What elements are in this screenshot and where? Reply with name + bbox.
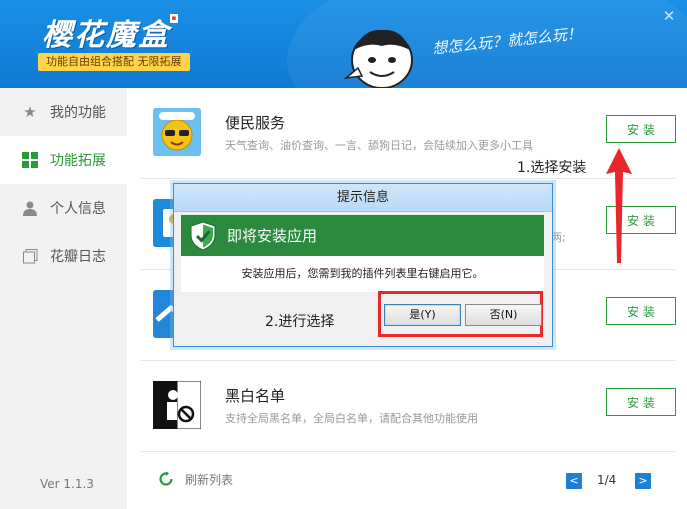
item-description: 支持全局黑名单，全局白名单，请配合其他功能使用 [225, 412, 478, 425]
sidebar-item-label: 功能拓展 [50, 153, 106, 169]
grid-icon [22, 152, 38, 168]
dialog-banner: 即将安装应用 [181, 215, 544, 256]
star-icon: ★ [23, 103, 37, 121]
sidebar-item-my-features[interactable]: ★ 我的功能 [0, 88, 127, 136]
red-arrow-icon [606, 148, 632, 263]
annotation-step-1: 1.选择安装 [517, 160, 587, 176]
log-icon [22, 248, 38, 264]
pager-next-button[interactable]: > [635, 473, 651, 489]
sidebar-item-personal-info[interactable]: 个人信息 [0, 184, 127, 232]
dialog-title: 提示信息 [174, 184, 552, 212]
install-button[interactable]: 安装 [606, 115, 676, 143]
sidebar-item-feature-extension[interactable]: 功能拓展 [0, 136, 127, 184]
no-button[interactable]: 否(N) [465, 304, 542, 326]
item-description: 天气查询、油价查询、一言、舔狗日记，会陆续加入更多小工具 [225, 139, 533, 152]
annotation-step-2: 2.进行选择 [265, 314, 335, 330]
mascot-icon [344, 29, 413, 88]
pager-indicator: 1/4 [597, 473, 617, 487]
user-icon [22, 200, 38, 216]
sidebar: ★ 我的功能 功能拓展 个人信息 花瓣日志 Ver 1.1.3 [0, 88, 127, 509]
sidebar-item-label: 花瓣日志 [50, 249, 106, 265]
install-button[interactable]: 安装 [606, 388, 676, 416]
item-title: 便民服务 [225, 114, 286, 132]
shield-check-icon [190, 220, 216, 251]
item-description-tail: 两; [551, 231, 566, 244]
convenience-service-icon [153, 108, 201, 156]
close-icon[interactable]: ✕ [661, 8, 677, 24]
install-button[interactable]: 安装 [606, 297, 676, 325]
list-item: 便民服务 天气查询、油价查询、一言、舔狗日记，会陆续加入更多小工具 安装 [141, 88, 676, 179]
logo-badge-icon: ▪ [170, 14, 178, 23]
header: 樱花魔盒 ▪ 功能自由组合搭配 无限拓展 想怎么玩？就怎么玩！ ✕ [0, 0, 687, 88]
app-logo: 樱花魔盒 [42, 18, 170, 53]
pager-prev-button[interactable]: < [566, 473, 582, 489]
yes-button[interactable]: 是(Y) [384, 304, 461, 326]
sidebar-item-label: 个人信息 [50, 201, 106, 217]
sidebar-item-label: 我的功能 [50, 105, 106, 121]
dialog-message: 安装应用后，您需到我的插件列表里右键启用它。 [181, 256, 544, 292]
refresh-icon[interactable] [159, 472, 173, 486]
version-label: Ver 1.1.3 [40, 477, 94, 491]
confirm-dialog: 提示信息 即将安装应用 安装应用后，您需到我的插件列表里右键启用它。 2.进行选… [173, 183, 553, 347]
refresh-list-link[interactable]: 刷新列表 [185, 471, 233, 488]
tagline: 功能自由组合搭配 无限拓展 [38, 53, 190, 71]
app-window: 樱花魔盒 ▪ 功能自由组合搭配 无限拓展 想怎么玩？就怎么玩！ ✕ ★ 我的功能… [0, 0, 687, 509]
sidebar-item-petal-log[interactable]: 花瓣日志 [0, 232, 127, 280]
item-title: 黑白名单 [225, 387, 286, 405]
dialog-heading: 即将安装应用 [227, 227, 318, 245]
list-footer: 刷新列表 < 1/4 > [127, 452, 687, 509]
blacklist-icon [153, 381, 201, 429]
list-item: 黑白名单 支持全局黑名单，全局白名单，请配合其他功能使用 安装 [141, 361, 676, 452]
